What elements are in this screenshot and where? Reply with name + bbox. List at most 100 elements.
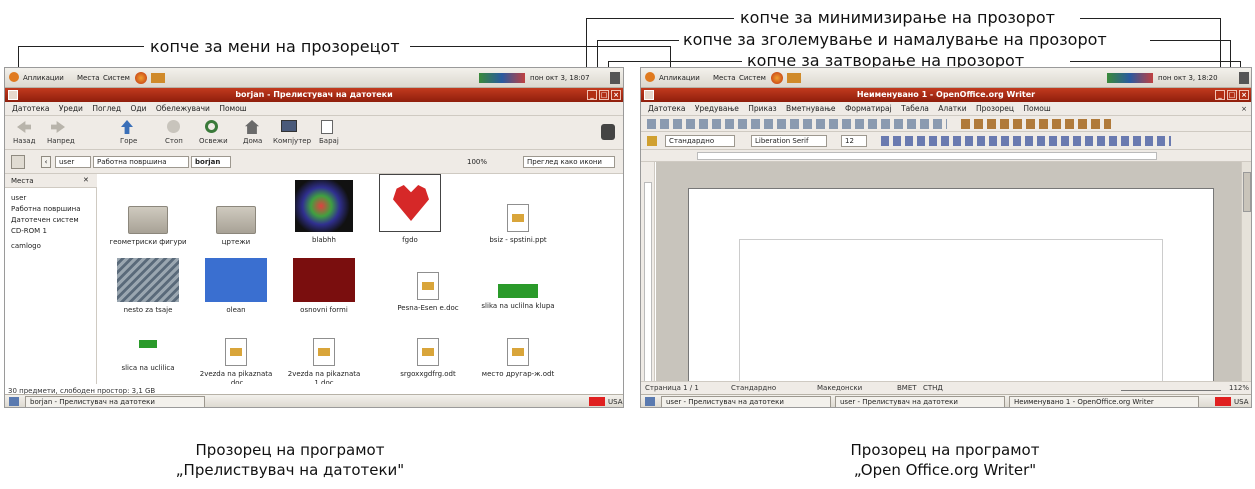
styles-icon[interactable] (647, 136, 657, 146)
menu-help[interactable]: Помош (1023, 104, 1050, 113)
workspace-switcher[interactable] (589, 397, 605, 406)
menu-table[interactable]: Табела (901, 104, 929, 113)
sidebar-item-desktop[interactable]: Работна површина (11, 205, 81, 213)
menu-system[interactable]: Систем (739, 74, 766, 82)
taskbar-writer[interactable]: Неименувано 1 - OpenOffice.org Writer (1009, 396, 1199, 407)
minimize-button[interactable]: _ (587, 90, 597, 100)
tray-icons[interactable] (1107, 73, 1153, 83)
path-borjan-button[interactable]: borjan (191, 156, 231, 168)
gnome-foot-icon[interactable] (9, 72, 19, 82)
file-item[interactable]: srgoxxgdfrg.odt (388, 338, 468, 379)
font-name-select[interactable]: Liberation Serif (751, 135, 827, 147)
stop-icon[interactable] (167, 120, 180, 133)
menu-places[interactable]: Места (77, 74, 100, 82)
keyboard-layout[interactable]: USA (608, 398, 623, 406)
menu-format[interactable]: Форматирај (845, 104, 892, 113)
up-arrow-icon[interactable] (121, 120, 133, 134)
window-menu-button[interactable] (8, 90, 18, 100)
file-item[interactable]: Pesna-Esen e.doc (388, 272, 468, 313)
format-icons[interactable] (881, 136, 1171, 146)
show-desktop-icon[interactable] (9, 397, 19, 406)
gnome-foot-icon[interactable] (645, 72, 655, 82)
path-user-button[interactable]: user (55, 156, 91, 168)
vertical-scrollbar[interactable] (1241, 162, 1251, 388)
firefox-icon[interactable] (135, 72, 147, 84)
scrollbar-thumb[interactable] (1243, 172, 1251, 212)
taskbar-file-browser[interactable]: borjan - Прелистувач на датотеки (25, 396, 205, 407)
menu-applications[interactable]: Апликации (659, 74, 700, 82)
sidebar-item-user[interactable]: user (11, 194, 26, 202)
menu-go[interactable]: Оди (130, 104, 146, 113)
menu-view[interactable]: Приказ (748, 104, 776, 113)
computer-icon[interactable] (281, 120, 297, 132)
show-desktop-icon[interactable] (645, 397, 655, 406)
close-button[interactable]: × (611, 90, 621, 100)
taskbar-item[interactable]: user - Прелистувач на датотеки (661, 396, 831, 407)
file-item[interactable]: slika na uclilna klupa (478, 272, 558, 311)
back-arrow-icon[interactable] (17, 121, 31, 133)
edit-location-icon[interactable] (11, 155, 25, 169)
page[interactable] (688, 188, 1214, 407)
maximize-button[interactable]: □ (1227, 90, 1237, 100)
close-doc-icon[interactable]: × (1241, 102, 1247, 116)
font-size-select[interactable]: 12 (841, 135, 867, 147)
launcher-icon[interactable] (151, 73, 165, 83)
menu-window[interactable]: Прозорец (976, 104, 1014, 113)
sidebar-close-icon[interactable]: ✕ (83, 176, 89, 184)
file-item[interactable]: blabhh (284, 180, 364, 245)
home-icon[interactable] (245, 120, 259, 134)
menu-file[interactable]: Датотека (648, 104, 686, 113)
menu-file[interactable]: Датотека (12, 104, 50, 113)
file-item[interactable]: olean (196, 258, 276, 315)
menu-edit[interactable]: Уредување (695, 104, 739, 113)
menu-edit[interactable]: Уреди (59, 104, 83, 113)
taskbar-item[interactable]: user - Прелистувач на датотеки (835, 396, 1005, 407)
tray-icons[interactable] (479, 73, 525, 83)
file-item[interactable]: место другар-ж.odt (478, 338, 558, 379)
file-item[interactable]: osnovni formi (284, 258, 364, 315)
firefox-icon[interactable] (771, 72, 783, 84)
file-item[interactable]: 2vezda na pikaznata 1.doc (284, 338, 364, 384)
close-button[interactable]: × (1239, 90, 1249, 100)
menu-system[interactable]: Систем (103, 74, 130, 82)
sidebar-item-camlogo[interactable]: camlogo (11, 242, 41, 250)
menu-applications[interactable]: Апликации (23, 74, 64, 82)
menu-places[interactable]: Места (713, 74, 736, 82)
vertical-ruler-scale[interactable] (644, 182, 652, 382)
zoom-slider[interactable] (1121, 385, 1221, 391)
menu-help[interactable]: Помош (219, 104, 246, 113)
launcher-icon[interactable] (787, 73, 801, 83)
file-item[interactable]: 2vezda na pikaznata .doc (196, 338, 276, 384)
ruler-scale[interactable] (697, 152, 1157, 160)
paragraph-style-select[interactable]: Стандардно (665, 135, 735, 147)
zoom-level[interactable]: 100% (467, 158, 487, 166)
sidebar-header-label[interactable]: Места (11, 177, 34, 185)
logout-icon[interactable] (1239, 72, 1249, 84)
file-item[interactable]: геометриски фигури (108, 206, 188, 247)
window-menu-button[interactable] (644, 90, 654, 100)
forward-arrow-icon[interactable] (51, 121, 65, 133)
insert-mode[interactable]: ВМЕТ (897, 382, 917, 394)
minimize-button[interactable]: _ (1215, 90, 1225, 100)
sidebar-item-cdrom[interactable]: CD-ROM 1 (11, 227, 47, 235)
view-mode-select[interactable]: Преглед како икони (523, 156, 615, 168)
workspace-switcher[interactable] (1215, 397, 1231, 406)
maximize-button[interactable]: □ (599, 90, 609, 100)
path-left-arrow[interactable]: ‹ (41, 156, 51, 168)
file-item[interactable]: цртежи (196, 206, 276, 247)
menu-insert[interactable]: Вметнување (786, 104, 836, 113)
refresh-icon[interactable] (205, 120, 218, 133)
search-icon[interactable] (321, 120, 333, 134)
file-item[interactable]: bsiz - spstini.ppt (478, 204, 558, 245)
toolbar-icons[interactable] (647, 119, 947, 129)
logout-icon[interactable] (610, 72, 620, 84)
file-item[interactable]: slica na uclilica (108, 334, 188, 373)
path-desktop-button[interactable]: Работна површина (93, 156, 189, 168)
selection-mode[interactable]: СТНД (923, 382, 943, 394)
menu-bookmarks[interactable]: Обележувачи (156, 104, 210, 113)
file-item[interactable]: nesto za tsaje (108, 258, 188, 315)
sidebar-item-filesystem[interactable]: Датотечен систем (11, 216, 79, 224)
clock[interactable]: пон окт 3, 18:20 (1158, 74, 1218, 82)
menu-tools[interactable]: Алатки (938, 104, 966, 113)
file-item[interactable]: fgdo (370, 174, 450, 245)
